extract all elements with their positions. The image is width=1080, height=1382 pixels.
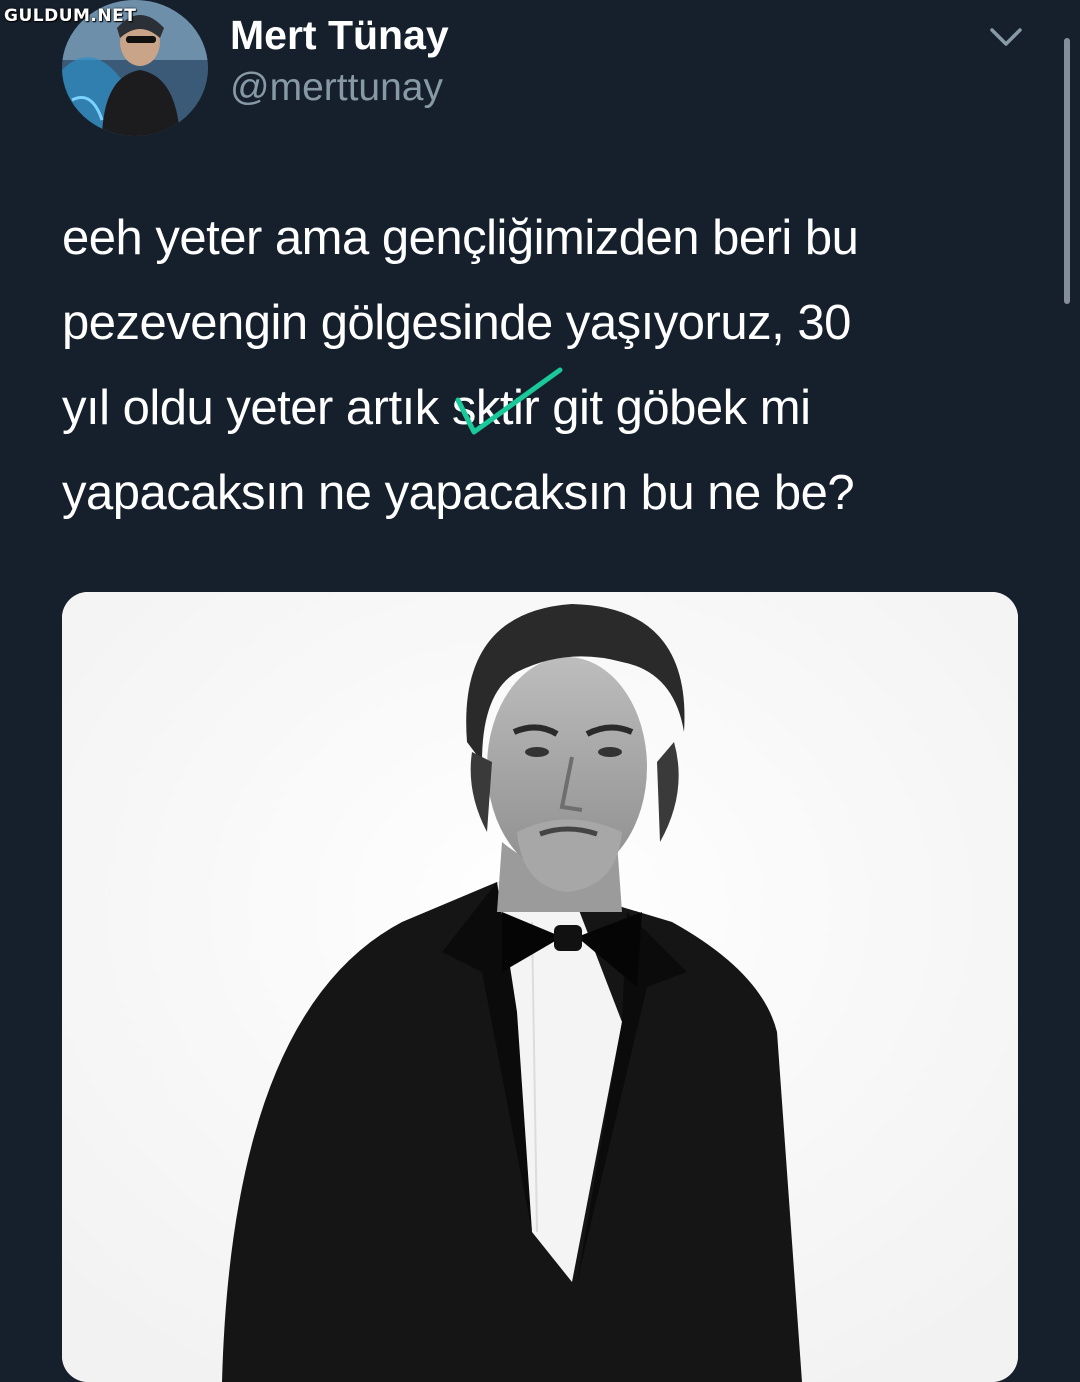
tweet-text-line: pezevengin gölgesinde yaşıyoruz, 30 — [62, 296, 851, 350]
tweet-text: eeh yeter ama gençliğimizden beri bu pez… — [62, 196, 1022, 536]
tweet-text-line: yıl oldu yeter artık sktir git göbek mi — [62, 366, 1022, 451]
struck-word: sktir — [451, 366, 563, 451]
chevron-down-icon[interactable] — [986, 22, 1026, 52]
tweet-text-segment: git göbek mi — [552, 381, 811, 435]
author-handle[interactable]: @merttunay — [230, 66, 443, 110]
watermark-logo: GULDUM.NET — [4, 6, 137, 26]
scrollbar[interactable] — [1064, 38, 1070, 304]
tweet-text-line: eeh yeter ama gençliğimizden beri bu — [62, 211, 859, 265]
tweet-media-image[interactable] — [62, 592, 1018, 1382]
struck-word-text: sktir — [451, 381, 540, 435]
tweet-text-segment: yıl oldu yeter artık — [62, 381, 439, 435]
author-display-name[interactable]: Mert Tünay — [230, 12, 449, 59]
tweet-text-line: yapacaksın ne yapacaksın bu ne be? — [62, 466, 855, 520]
